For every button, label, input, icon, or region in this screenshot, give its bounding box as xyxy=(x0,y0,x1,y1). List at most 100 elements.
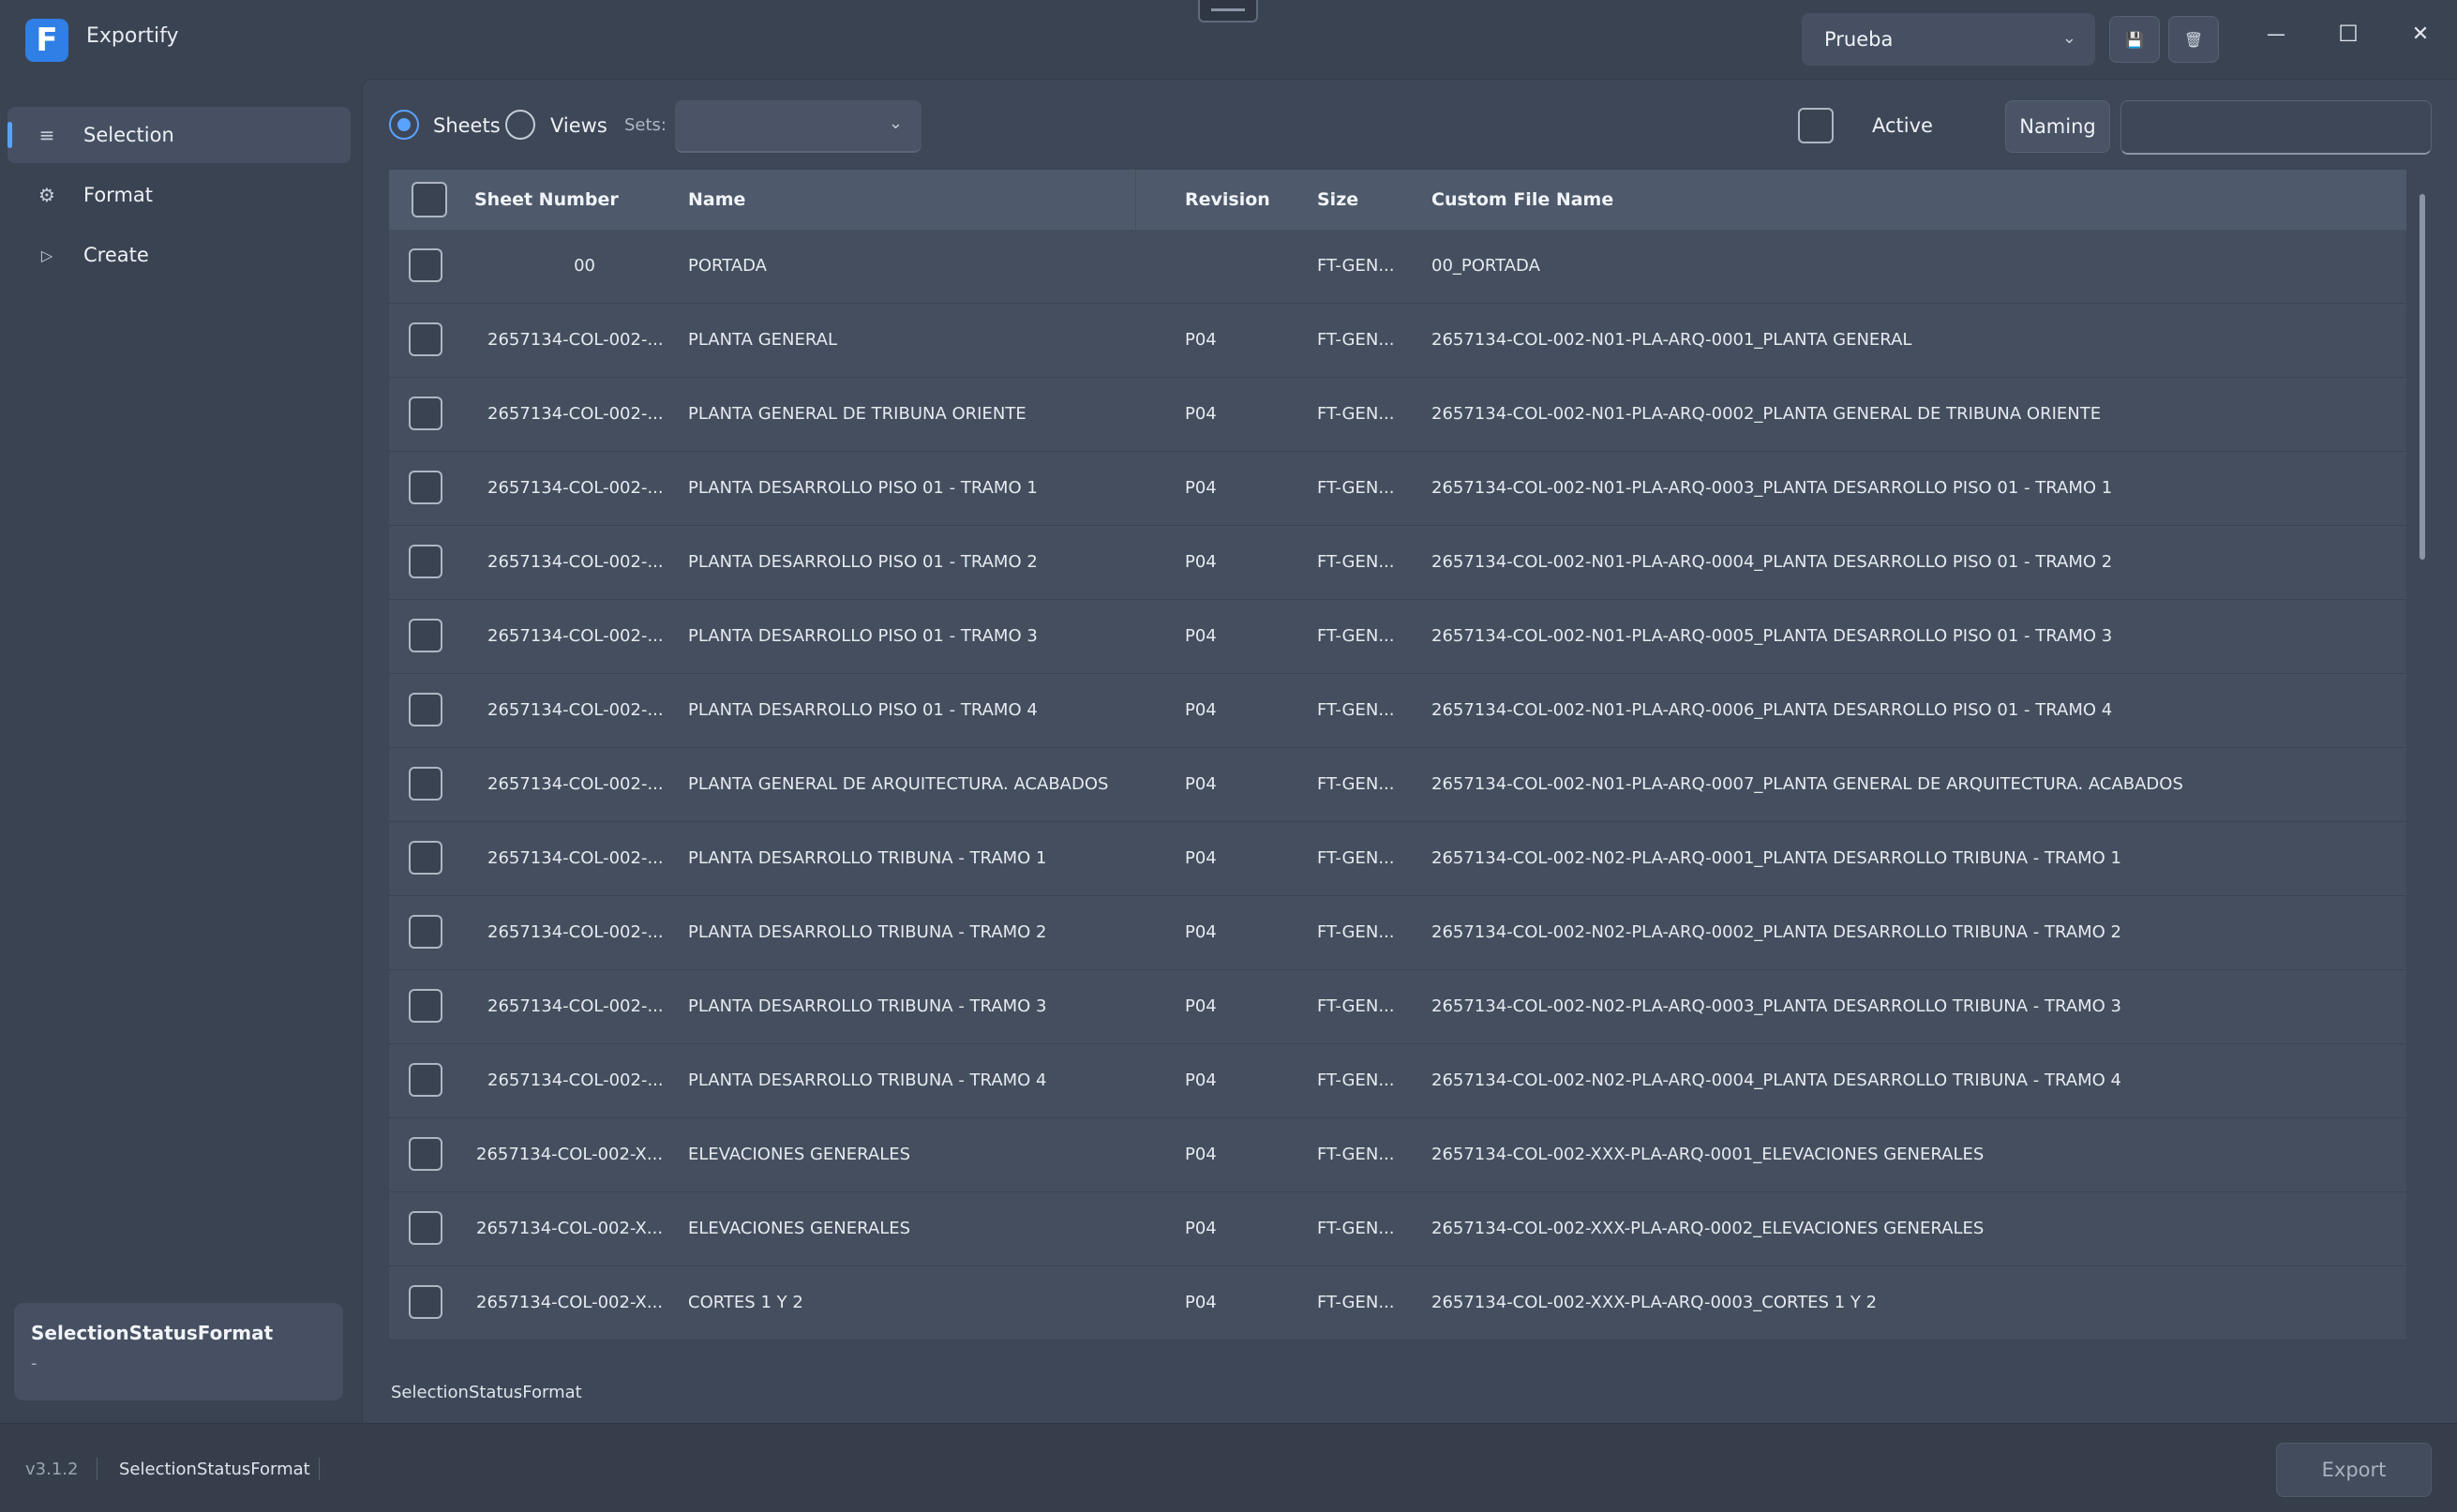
gear-icon: ⚙ xyxy=(38,184,55,206)
sidebar-item-create[interactable]: ▷ Create xyxy=(7,227,351,283)
cell-custom-file-name: 2657134-COL-002-N01-PLA-ARQ-0002_PLANTA … xyxy=(1431,404,2102,424)
cell-name: PLANTA DESARROLLO TRIBUNA - TRAMO 3 xyxy=(688,996,1047,1016)
cell-revision: P04 xyxy=(1185,330,1217,350)
cell-revision: P04 xyxy=(1185,626,1217,646)
cell-custom-file-name: 2657134-COL-002-N01-PLA-ARQ-0005_PLANTA … xyxy=(1431,626,2113,646)
cell-name: PLANTA GENERAL xyxy=(688,330,837,350)
cell-size: FT-GEN... xyxy=(1317,848,1395,868)
footer-status-text: SelectionStatusFormat xyxy=(119,1460,310,1479)
cell-revision: P04 xyxy=(1185,1293,1217,1312)
active-checkbox[interactable] xyxy=(1798,108,1834,143)
column-header-revision[interactable]: Revision xyxy=(1185,189,1270,210)
row-checkbox[interactable] xyxy=(409,471,442,504)
row-checkbox[interactable] xyxy=(409,322,442,356)
table-row[interactable]: 00 PORTADA FT-GEN... 00_PORTADA xyxy=(389,230,2406,304)
cell-name: PLANTA DESARROLLO TRIBUNA - TRAMO 4 xyxy=(688,1070,1047,1090)
cell-name: PORTADA xyxy=(688,256,767,276)
delete-profile-button[interactable]: 🗑 xyxy=(2168,16,2219,63)
row-checkbox[interactable] xyxy=(409,1063,442,1097)
table-row[interactable]: 2657134-COL-002-... PLANTA GENERAL P04 FT-G… xyxy=(389,304,2406,378)
column-header-size[interactable]: Size xyxy=(1317,189,1358,210)
table-row[interactable]: 2657134-COL-002-... PLANTA DESARROLLO TRI… xyxy=(389,896,2406,970)
cell-name: ELEVACIONES GENERALES xyxy=(688,1219,911,1238)
minimize-button[interactable]: — xyxy=(2255,17,2297,51)
cell-sheet-number: 2657134-COL-002-X... xyxy=(476,1293,664,1312)
close-button[interactable]: ✕ xyxy=(2400,17,2441,51)
cell-sheet-number: 2657134-COL-002-... xyxy=(487,478,664,498)
cell-custom-file-name: 2657134-COL-002-N01-PLA-ARQ-0001_PLANTA … xyxy=(1431,330,1912,350)
table-row[interactable]: 2657134-COL-002-... PLANTA DESARROLLO PIS… xyxy=(389,674,2406,748)
status-card-title: SelectionStatusFormat xyxy=(31,1322,274,1344)
cell-revision: P04 xyxy=(1185,996,1217,1016)
sets-dropdown[interactable]: ⌄ xyxy=(675,100,921,153)
naming-input[interactable] xyxy=(2120,100,2432,155)
table-row[interactable]: 2657134-COL-002-... PLANTA DESARROLLO PIS… xyxy=(389,600,2406,674)
sidebar-item-selection[interactable]: ≡ Selection xyxy=(7,107,351,163)
column-header-sheet-number[interactable]: Sheet Number xyxy=(474,189,619,210)
cell-revision: P04 xyxy=(1185,922,1217,942)
profile-selected-value: Prueba xyxy=(1824,28,1894,51)
cell-custom-file-name: 2657134-COL-002-N02-PLA-ARQ-0001_PLANTA … xyxy=(1431,848,2121,868)
cell-revision: P04 xyxy=(1185,1219,1217,1238)
table-row[interactable]: 2657134-COL-002-... PLANTA GENERAL DE ARQ… xyxy=(389,748,2406,822)
selection-status-card: SelectionStatusFormat - xyxy=(14,1303,343,1400)
row-checkbox[interactable] xyxy=(409,1285,442,1319)
save-profile-button[interactable]: 💾 xyxy=(2109,16,2160,63)
table-row[interactable]: 2657134-COL-002-... PLANTA GENERAL DE TRI… xyxy=(389,378,2406,452)
cell-size: FT-GEN... xyxy=(1317,774,1395,794)
cell-custom-file-name: 2657134-COL-002-N02-PLA-ARQ-0003_PLANTA … xyxy=(1431,996,2121,1016)
row-checkbox[interactable] xyxy=(409,248,442,282)
cell-size: FT-GEN... xyxy=(1317,478,1395,498)
table-row[interactable]: 2657134-COL-002-X... ELEVACIONES GENERALE… xyxy=(389,1118,2406,1192)
row-checkbox[interactable] xyxy=(409,915,442,949)
naming-button[interactable]: Naming xyxy=(2005,100,2110,153)
column-divider[interactable] xyxy=(1135,170,1136,230)
row-checkbox[interactable] xyxy=(409,397,442,430)
views-radio[interactable] xyxy=(505,110,535,140)
row-checkbox[interactable] xyxy=(409,619,442,652)
row-checkbox[interactable] xyxy=(409,545,442,578)
chevron-down-icon: ⌄ xyxy=(2061,28,2076,48)
table-scrollbar[interactable] xyxy=(2420,194,2425,560)
table-row[interactable]: 2657134-COL-002-... PLANTA DESARROLLO TRI… xyxy=(389,822,2406,896)
row-checkbox[interactable] xyxy=(409,767,442,801)
cell-sheet-number: 2657134-COL-002-... xyxy=(487,700,664,720)
column-header-custom-file-name[interactable]: Custom File Name xyxy=(1431,189,1613,210)
table-row[interactable]: 2657134-COL-002-... PLANTA DESARROLLO PIS… xyxy=(389,526,2406,600)
table-row[interactable]: 2657134-COL-002-... PLANTA DESARROLLO TRI… xyxy=(389,970,2406,1044)
cell-size: FT-GEN... xyxy=(1317,1219,1395,1238)
cell-custom-file-name: 2657134-COL-002-N01-PLA-ARQ-0004_PLANTA … xyxy=(1431,552,2113,572)
row-checkbox[interactable] xyxy=(409,989,442,1023)
cell-size: FT-GEN... xyxy=(1317,626,1395,646)
cell-name: CORTES 1 Y 2 xyxy=(688,1293,803,1312)
maximize-icon: ☐ xyxy=(2338,21,2359,47)
sheets-radio[interactable] xyxy=(389,110,419,140)
export-button[interactable]: Export xyxy=(2276,1443,2432,1497)
play-icon: ▷ xyxy=(40,246,53,264)
cell-revision: P04 xyxy=(1185,1145,1217,1164)
row-checkbox[interactable] xyxy=(409,693,442,726)
profile-dropdown[interactable]: Prueba ⌄ xyxy=(1802,13,2095,66)
cell-custom-file-name: 00_PORTADA xyxy=(1431,256,1540,276)
cell-sheet-number: 2657134-COL-002-X... xyxy=(476,1219,664,1238)
table-row[interactable]: 2657134-COL-002-X... CORTES 1 Y 2 P04 FT-GE… xyxy=(389,1266,2406,1340)
cell-size: FT-GEN... xyxy=(1317,552,1395,572)
select-all-checkbox[interactable] xyxy=(412,182,447,217)
table-row[interactable]: 2657134-COL-002-X... ELEVACIONES GENERALE… xyxy=(389,1192,2406,1266)
cell-size: FT-GEN... xyxy=(1317,1145,1395,1164)
drag-handle[interactable] xyxy=(1198,0,1258,22)
row-checkbox[interactable] xyxy=(409,1211,442,1245)
cell-revision: P04 xyxy=(1185,404,1217,424)
column-header-name[interactable]: Name xyxy=(688,189,745,210)
table-row[interactable]: 2657134-COL-002-... PLANTA DESARROLLO TRI… xyxy=(389,1044,2406,1118)
row-checkbox[interactable] xyxy=(409,841,442,875)
cell-sheet-number: 2657134-COL-002-... xyxy=(487,552,664,572)
sidebar-item-format[interactable]: ⚙ Format xyxy=(7,167,351,223)
sheets-radio-label: Sheets xyxy=(433,114,501,137)
table-row[interactable]: 2657134-COL-002-... PLANTA DESARROLLO PIS… xyxy=(389,452,2406,526)
version-label: v3.1.2 xyxy=(25,1460,79,1479)
cell-custom-file-name: 2657134-COL-002-N02-PLA-ARQ-0002_PLANTA … xyxy=(1431,922,2121,942)
save-icon: 💾 xyxy=(2125,30,2144,49)
maximize-button[interactable]: ☐ xyxy=(2328,17,2369,51)
row-checkbox[interactable] xyxy=(409,1137,442,1171)
